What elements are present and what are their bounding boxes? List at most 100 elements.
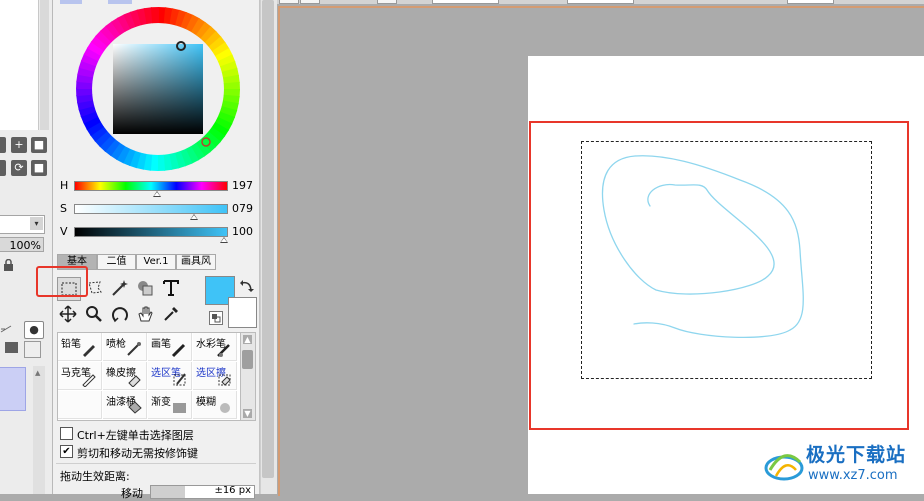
background-color-swatch[interactable] <box>228 297 257 328</box>
magnifier-icon <box>86 306 102 322</box>
rotate-tool[interactable] <box>109 303 131 325</box>
selected-layer-item[interactable] <box>0 367 26 411</box>
brush-item[interactable]: 渐变 <box>148 391 192 419</box>
watercolor-icon <box>217 344 230 357</box>
drag-distance-label: 拖动生效距离: <box>60 470 130 483</box>
ctrl-click-label: Ctrl+左键单击选择图层 <box>77 429 194 442</box>
reset-zoom-button[interactable]: ■ <box>31 137 47 153</box>
panel-scrollbar-thumb[interactable] <box>262 0 274 478</box>
brush-label: 喷枪 <box>106 339 126 350</box>
layer-list-scrollbar[interactable]: ▲ <box>33 366 45 494</box>
divider <box>56 463 256 464</box>
lock-icon[interactable] <box>3 259 14 271</box>
magic-wand-tool[interactable] <box>109 277 131 299</box>
brush-item[interactable]: 模糊 <box>193 391 237 419</box>
gradient-icon <box>173 403 186 413</box>
record-button[interactable]: ● <box>24 321 44 339</box>
brush-item[interactable]: 铅笔 <box>58 333 102 361</box>
eyedropper-tool[interactable] <box>160 303 182 325</box>
tab-ver1[interactable]: Ver.1 <box>136 254 176 270</box>
airbrush-icon <box>127 342 141 356</box>
saturation-slider-marker[interactable] <box>190 214 198 220</box>
reset-rotation-button[interactable]: ■ <box>31 160 47 176</box>
brush-grid-scrollbar[interactable]: ▲ ▼ <box>240 332 256 421</box>
eraser-icon <box>128 375 141 387</box>
zoom-out-button[interactable] <box>0 137 6 153</box>
brush-item[interactable]: 水彩笔 <box>193 333 237 361</box>
cut-move-checkbox[interactable]: ✔ <box>60 445 73 458</box>
brush-item[interactable]: 选区笔 <box>148 362 192 390</box>
rotate-icon <box>112 307 128 323</box>
hue-segment[interactable] <box>223 81 240 91</box>
magic-wand-icon <box>112 280 128 296</box>
color-wheel[interactable] <box>74 5 242 173</box>
zoom-tool[interactable] <box>83 303 105 325</box>
swap-colors-icon[interactable] <box>240 279 254 293</box>
rotate-right-button[interactable]: ⟳ <box>11 160 27 176</box>
brush-item[interactable]: 油漆桶 <box>103 391 147 419</box>
lasso-icon <box>88 281 102 294</box>
saturation-slider[interactable] <box>74 204 228 214</box>
rotate-left-button[interactable] <box>0 160 6 176</box>
move-tool[interactable] <box>57 303 79 325</box>
brush-label: 模糊 <box>196 397 216 408</box>
sparkle-icon[interactable] <box>0 323 12 335</box>
navigator-preview[interactable] <box>0 0 39 130</box>
reset-colors-icon[interactable] <box>209 311 223 325</box>
shape-select-tool[interactable] <box>134 277 156 299</box>
marker-icon <box>82 374 96 387</box>
hue-label: H <box>60 179 69 192</box>
hand-tool[interactable] <box>134 303 156 325</box>
shape-select-icon <box>138 281 153 296</box>
tab-binary[interactable]: 二值 <box>97 254 136 270</box>
hue-slider-marker[interactable] <box>153 191 161 197</box>
panel-tab-left[interactable] <box>60 0 82 4</box>
value-overlay <box>113 44 203 134</box>
brush-icon <box>171 343 186 358</box>
ctrl-click-checkbox[interactable] <box>60 427 73 440</box>
hand-icon <box>138 306 153 322</box>
cut-move-label: 剪切和移动无需按修饰键 <box>77 447 198 460</box>
layer-opacity-field[interactable]: 100% <box>0 237 44 252</box>
move-distance-value: ±16 px <box>214 485 251 496</box>
value-label: V <box>60 225 68 238</box>
value-slider[interactable] <box>74 227 228 237</box>
hue-slider[interactable] <box>74 181 228 191</box>
navigator-scrollbar[interactable] <box>40 0 49 130</box>
hue-segment[interactable] <box>76 87 93 97</box>
move-distance-field[interactable]: ±16 px <box>150 485 255 499</box>
new-layer-icon[interactable] <box>5 342 18 353</box>
cyan-stroke-drawing <box>601 155 804 339</box>
brush-item[interactable]: 橡皮擦 <box>103 362 147 390</box>
brush-item[interactable]: 画笔 <box>148 333 192 361</box>
text-icon <box>163 280 179 296</box>
move-label: 移动 <box>121 487 143 500</box>
tool-highlight-box <box>36 266 88 297</box>
brush-item[interactable]: 选区擦 <box>193 362 237 390</box>
hue-value[interactable]: 197 <box>225 179 253 192</box>
zoom-in-button[interactable]: + <box>11 137 27 153</box>
watermark-url: www.xz7.com <box>808 468 898 483</box>
brush-grid: 铅笔 喷枪 画笔 水彩笔马克笔 橡皮擦 选区笔 选区擦油漆桶 渐变 模糊 <box>57 332 241 421</box>
top-toolbar <box>277 0 924 4</box>
hue-segment[interactable] <box>156 154 166 171</box>
pencil-icon <box>83 345 95 357</box>
blur-icon <box>220 403 230 413</box>
blend-mode-select[interactable]: ▾ <box>0 215 45 234</box>
brush-label: 铅笔 <box>61 339 81 350</box>
text-tool[interactable] <box>160 277 182 299</box>
aurora-logo-icon <box>764 454 804 481</box>
saturation-value[interactable]: 079 <box>225 202 253 215</box>
watermark: 极光下载站 www.xz7.com <box>762 438 922 492</box>
watermark-title: 极光下载站 <box>806 444 907 466</box>
brush-item[interactable]: 喷枪 <box>103 333 147 361</box>
brush-item[interactable]: 马克笔 <box>58 362 102 390</box>
bucket-icon <box>128 401 142 414</box>
tab-paint-style[interactable]: 画具风 <box>176 254 216 270</box>
brush-item[interactable] <box>58 391 102 419</box>
panel-tab-right[interactable] <box>108 0 132 4</box>
hue-segment[interactable] <box>150 7 160 24</box>
saturation-label: S <box>60 202 67 215</box>
copy-layer-icon[interactable] <box>24 341 41 358</box>
value-value[interactable]: 100 <box>225 225 253 238</box>
